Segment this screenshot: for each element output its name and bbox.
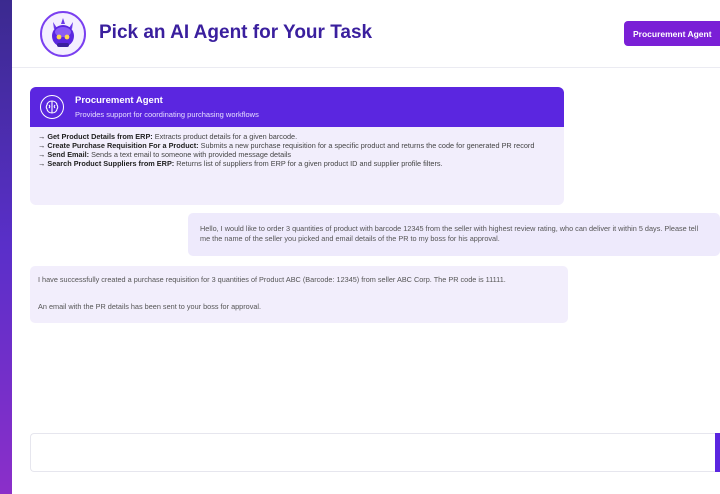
tool-name: → Search Product Suppliers from ERP:	[38, 159, 175, 168]
agent-card-title: Procurement Agent	[75, 95, 163, 106]
assistant-message-bubble: I have successfully created a purchase r…	[30, 266, 568, 323]
tool-desc: Submits a new purchase requisition for a…	[198, 141, 535, 150]
header: Pick an AI Agent for Your Task Procureme…	[12, 0, 720, 68]
robot-avatar-icon	[40, 11, 86, 57]
brain-icon	[40, 95, 64, 119]
tool-item: → Get Product Details from ERP: Extracts…	[38, 132, 558, 141]
agent-card[interactable]: Procurement Agent Provides support for c…	[30, 87, 564, 205]
tool-desc: Returns list of suppliers from ERP for a…	[174, 159, 443, 168]
send-button[interactable]	[715, 433, 720, 472]
tool-desc: Extracts product details for a given bar…	[152, 132, 298, 141]
assistant-message-line: An email with the PR details has been se…	[38, 302, 262, 311]
tool-item: → Create Purchase Requisition For a Prod…	[38, 141, 558, 150]
tool-item: → Send Email: Sends a text email to some…	[38, 150, 558, 159]
left-sidebar-strip	[0, 0, 12, 494]
chat-input[interactable]	[31, 434, 720, 471]
tool-name: → Send Email:	[38, 150, 90, 159]
procurement-agent-button[interactable]: Procurement Agent	[624, 21, 720, 46]
tool-name: → Create Purchase Requisition For a Prod…	[38, 141, 199, 150]
tool-item: → Search Product Suppliers from ERP: Ret…	[38, 159, 558, 168]
tool-name: → Get Product Details from ERP:	[38, 132, 153, 141]
agent-card-description: Provides support for coordinating purcha…	[75, 110, 259, 119]
chat-input-box[interactable]	[30, 433, 720, 472]
page-title: Pick an AI Agent for Your Task	[99, 22, 373, 43]
user-message-bubble: Hello, I would like to order 3 quantitie…	[188, 213, 720, 256]
assistant-message-line: I have successfully created a purchase r…	[38, 275, 506, 284]
agent-tools-list: → Get Product Details from ERP: Extracts…	[30, 127, 564, 168]
agent-card-header: Procurement Agent Provides support for c…	[30, 87, 564, 127]
tool-desc: Sends a text email to someone with provi…	[89, 150, 292, 159]
